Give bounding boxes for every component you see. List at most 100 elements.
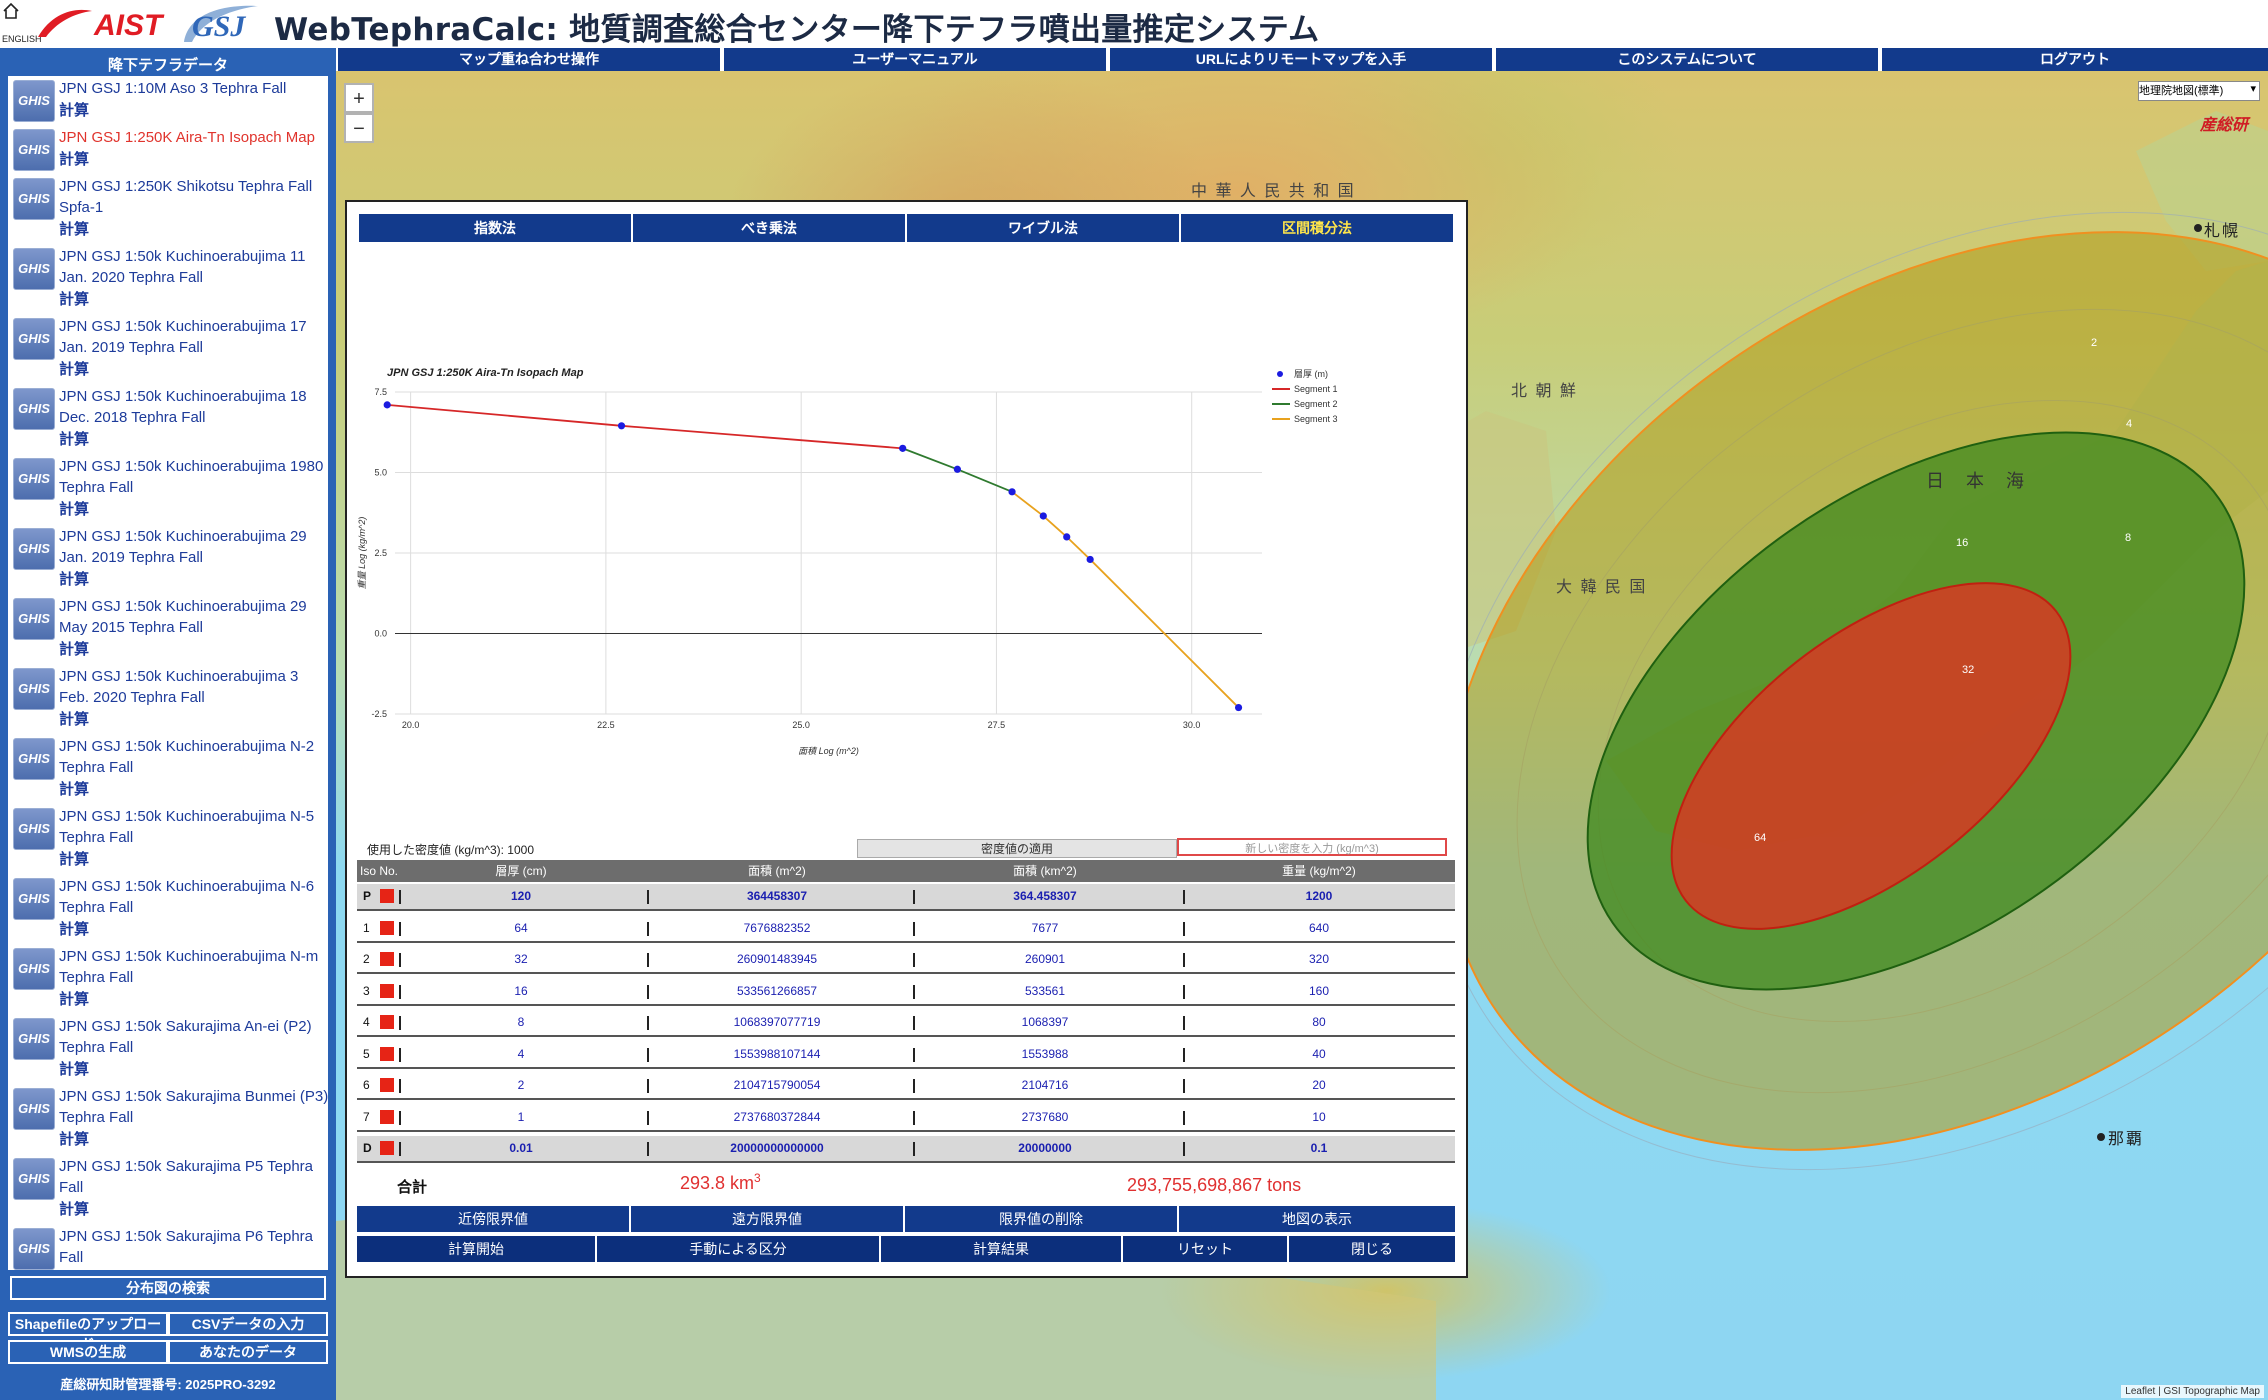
color-swatch[interactable] (380, 1078, 394, 1092)
apply-density-button[interactable]: 密度値の適用 (857, 839, 1177, 858)
calc-link[interactable]: 計算 (59, 918, 89, 939)
tephra-item[interactable]: GHIS JPN GSJ 1:50k Kuchinoerabujima 29 Ja… (8, 524, 328, 594)
tab-weibull[interactable]: ワイブル法 (907, 214, 1179, 242)
tephra-item-name[interactable]: JPN GSJ 1:50k Kuchinoerabujima N-2 Tephr… (59, 736, 328, 778)
delete-limit-button[interactable]: 限界値の削除 (905, 1206, 1177, 1232)
density-input[interactable]: 新しい密度を入力 (kg/m^3) (1177, 838, 1447, 856)
basemap-select[interactable]: 地理院地図(標準) ▾ (2138, 81, 2260, 101)
tephra-item-name[interactable]: JPN GSJ 1:50k Kuchinoerabujima 29 Jan. 2… (59, 526, 328, 568)
color-swatch[interactable] (380, 983, 394, 998)
tephra-item[interactable]: GHIS JPN GSJ 1:50k Kuchinoerabujima 17 Ja… (8, 314, 328, 384)
nav-map-overlay[interactable]: マップ重ね合わせ操作 (336, 48, 720, 71)
contour-label: 4 (2126, 418, 2132, 430)
x-tick-label: 20.0 (402, 720, 420, 730)
tephra-item[interactable]: GHIS JPN GSJ 1:50k Kuchinoerabujima 11 Ja… (8, 244, 328, 314)
nav-logout[interactable]: ログアウト (1880, 48, 2268, 71)
color-swatch[interactable] (380, 1109, 394, 1124)
tephra-item-name[interactable]: JPN GSJ 1:50k Kuchinoerabujima 11 Jan. 2… (59, 246, 328, 288)
tephra-item-name[interactable]: JPN GSJ 1:10M Aso 3 Tephra Fall (59, 78, 328, 99)
calc-link[interactable]: 計算 (59, 848, 89, 869)
color-swatch[interactable] (380, 1046, 394, 1061)
tab-segment-integration[interactable]: 区間積分法 (1181, 214, 1453, 242)
nav-remote-map-url[interactable]: URLによりリモートマップを入手 (1108, 48, 1492, 71)
tephra-item-name[interactable]: JPN GSJ 1:250K Aira-Tn Isopach Map (59, 127, 328, 148)
nav-about-system[interactable]: このシステムについて (1494, 48, 1878, 71)
home-icon[interactable] (2, 2, 20, 20)
calc-link[interactable]: 計算 (59, 218, 89, 239)
ghis-icon: GHIS (13, 598, 55, 640)
tephra-item[interactable]: GHIS JPN GSJ 1:50k Kuchinoerabujima 3 Feb… (8, 664, 328, 734)
col-area-km2: 面積 (km^2) (1013, 864, 1077, 878)
far-limit-button[interactable]: 遠方限界値 (631, 1206, 903, 1232)
calc-link[interactable]: 計算 (59, 99, 89, 120)
tephra-item[interactable]: GHIS JPN GSJ 1:250K Shikotsu Tephra Fall … (8, 174, 328, 244)
tephra-item-name[interactable]: JPN GSJ 1:50k Sakurajima Bunmei (P3) Tep… (59, 1086, 328, 1128)
table-cell: 7677 (1031, 920, 1059, 935)
tephra-item-name[interactable]: JPN GSJ 1:50k Kuchinoerabujima N-5 Tephr… (59, 806, 328, 848)
ghis-icon: GHIS (13, 1158, 55, 1200)
show-map-button[interactable]: 地図の表示 (1179, 1206, 1455, 1232)
manual-segment-button[interactable]: 手動による区分 (597, 1236, 879, 1262)
tab-power-law[interactable]: べき乗法 (633, 214, 905, 242)
calc-link[interactable]: 計算 (59, 148, 89, 169)
search-distribution-button[interactable]: 分布図の検索 (10, 1276, 326, 1300)
near-limit-button[interactable]: 近傍限界値 (357, 1206, 629, 1232)
close-button[interactable]: 閉じる (1289, 1236, 1455, 1262)
tephra-item[interactable]: GHIS JPN GSJ 1:50k Sakurajima P5 Tephra F… (8, 1154, 328, 1224)
calc-link[interactable]: 計算 (59, 1268, 89, 1270)
tephra-item[interactable]: GHIS JPN GSJ 1:50k Kuchinoerabujima N-m T… (8, 944, 328, 1014)
zoom-out-button[interactable]: − (344, 113, 374, 143)
tephra-item-name[interactable]: JPN GSJ 1:50k Kuchinoerabujima 1980 Teph… (59, 456, 328, 498)
tephra-item-name[interactable]: JPN GSJ 1:250K Shikotsu Tephra Fall Spfa… (59, 176, 328, 218)
tab-exponential[interactable]: 指数法 (359, 214, 631, 242)
calc-link[interactable]: 計算 (59, 288, 89, 309)
tephra-item[interactable]: GHIS JPN GSJ 1:50k Sakurajima An-ei (P2) … (8, 1014, 328, 1084)
color-swatch[interactable] (380, 952, 394, 966)
reset-button[interactable]: リセット (1123, 1236, 1287, 1262)
color-swatch[interactable] (380, 889, 394, 903)
color-swatch[interactable] (380, 1015, 394, 1029)
top-navigation: マップ重ね合わせ操作 ユーザーマニュアル URLによりリモートマップを入手 この… (336, 48, 2268, 71)
calc-link[interactable]: 計算 (59, 708, 89, 729)
start-calc-button[interactable]: 計算開始 (357, 1236, 595, 1262)
calc-link[interactable]: 計算 (59, 568, 89, 589)
csv-input-button[interactable]: CSVデータの入力 (168, 1312, 328, 1336)
tephra-item-name[interactable]: JPN GSJ 1:50k Kuchinoerabujima 18 Dec. 2… (59, 386, 328, 428)
calc-link[interactable]: 計算 (59, 358, 89, 379)
calc-link[interactable]: 計算 (59, 778, 89, 799)
color-swatch[interactable] (380, 1141, 394, 1155)
table-cell: 533561 (1024, 983, 1066, 998)
calc-result-button[interactable]: 計算結果 (881, 1236, 1121, 1262)
calc-link[interactable]: 計算 (59, 988, 89, 1009)
calc-link[interactable]: 計算 (59, 1128, 89, 1149)
calc-link[interactable]: 計算 (59, 428, 89, 449)
tephra-item[interactable]: GHIS JPN GSJ 1:50k Kuchinoerabujima 1980 … (8, 454, 328, 524)
tephra-item[interactable]: GHIS JPN GSJ 1:50k Sakurajima P6 Tephra F… (8, 1224, 328, 1270)
table-cell: 640 (1308, 920, 1330, 935)
tephra-item[interactable]: GHIS JPN GSJ 1:50k Sakurajima Bunmei (P3)… (8, 1084, 328, 1154)
tephra-item-name[interactable]: JPN GSJ 1:50k Sakurajima P6 Tephra Fall (59, 1226, 328, 1268)
tephra-data-list[interactable]: GHIS JPN GSJ 1:10M Aso 3 Tephra Fall 計算 GHI… (8, 76, 328, 1270)
calc-link[interactable]: 計算 (59, 498, 89, 519)
tephra-item[interactable]: GHIS JPN GSJ 1:50k Kuchinoerabujima N-2 T… (8, 734, 328, 804)
tephra-item[interactable]: GHIS JPN GSJ 1:50k Kuchinoerabujima N-6 T… (8, 874, 328, 944)
your-data-button[interactable]: あなたのデータ (168, 1340, 328, 1364)
calc-link[interactable]: 計算 (59, 1198, 89, 1219)
tephra-item-name[interactable]: JPN GSJ 1:50k Kuchinoerabujima 3 Feb. 20… (59, 666, 328, 708)
tephra-item-name[interactable]: JPN GSJ 1:50k Sakurajima An-ei (P2) Teph… (59, 1016, 328, 1058)
nav-user-manual[interactable]: ユーザーマニュアル (722, 48, 1106, 71)
tephra-item-name[interactable]: JPN GSJ 1:50k Sakurajima P5 Tephra Fall (59, 1156, 328, 1198)
tephra-item-name[interactable]: JPN GSJ 1:50k Kuchinoerabujima 17 Jan. 2… (59, 316, 328, 358)
tephra-item[interactable]: GHIS JPN GSJ 1:50k Kuchinoerabujima 29 Ma… (8, 594, 328, 664)
tephra-item-name[interactable]: JPN GSJ 1:50k Kuchinoerabujima N-m Tephr… (59, 946, 328, 988)
tephra-item-name[interactable]: JPN GSJ 1:50k Kuchinoerabujima 29 May 20… (59, 596, 328, 638)
color-swatch[interactable] (380, 920, 394, 935)
tephra-item[interactable]: GHIS JPN GSJ 1:50k Kuchinoerabujima 18 De… (8, 384, 328, 454)
calc-link[interactable]: 計算 (59, 638, 89, 659)
zoom-in-button[interactable]: + (344, 83, 374, 113)
tephra-item-name[interactable]: JPN GSJ 1:50k Kuchinoerabujima N-6 Tephr… (59, 876, 328, 918)
shapefile-upload-button[interactable]: Shapefileのアップロード (8, 1312, 168, 1352)
wms-generate-button[interactable]: WMSの生成 (8, 1340, 168, 1364)
tephra-item[interactable]: GHIS JPN GSJ 1:50k Kuchinoerabujima N-5 T… (8, 804, 328, 874)
calc-link[interactable]: 計算 (59, 1058, 89, 1079)
